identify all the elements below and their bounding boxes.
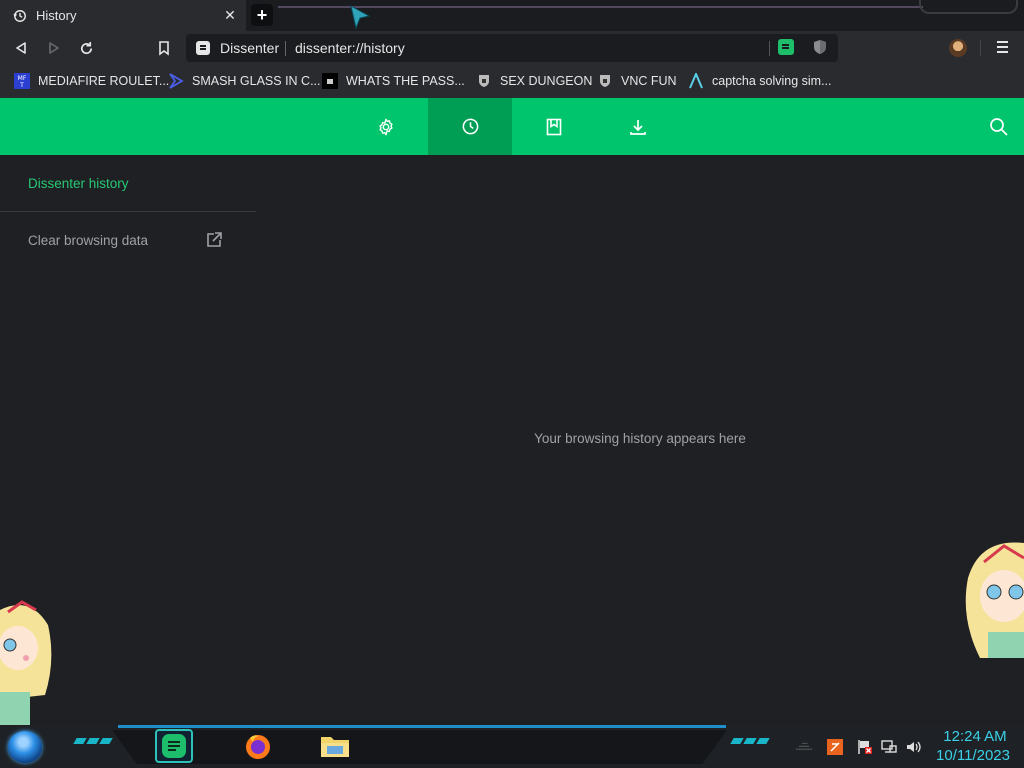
reload-icon bbox=[80, 41, 92, 54]
bookmark-item[interactable]: SMASH GLASS IN C... bbox=[168, 71, 321, 91]
smash-glass-icon bbox=[168, 73, 184, 89]
close-tab-icon[interactable]: ✕ bbox=[222, 7, 238, 24]
bookmark-item[interactable]: SEX DUNGEON bbox=[476, 71, 592, 91]
taskbar-app-dissenter[interactable] bbox=[155, 729, 193, 763]
forward-icon bbox=[49, 42, 59, 54]
cartoon-character-sticker bbox=[965, 542, 1024, 658]
clear-browsing-data-link[interactable]: Clear browsing data bbox=[28, 233, 148, 248]
external-link-icon[interactable] bbox=[205, 231, 223, 249]
tab-downloads[interactable] bbox=[596, 98, 680, 155]
url-separator bbox=[285, 41, 286, 56]
bookmark-item[interactable]: MF T MEDIAFIRE ROULET... bbox=[14, 71, 169, 91]
reload-button[interactable] bbox=[75, 37, 97, 59]
site-name: Dissenter bbox=[220, 40, 280, 56]
app-header bbox=[0, 98, 1024, 155]
bookmark-label: VNC FUN bbox=[621, 74, 677, 88]
bookmarks-bar: MF T MEDIAFIRE ROULET... SMASH GLASS IN C… bbox=[0, 65, 1024, 98]
action-center-icon[interactable] bbox=[857, 739, 873, 755]
bookmark-item[interactable]: VNC FUN bbox=[597, 71, 677, 91]
search-icon[interactable] bbox=[988, 116, 1010, 138]
menu-button[interactable] bbox=[993, 38, 1011, 56]
window-ornament bbox=[919, 0, 1018, 14]
svg-text:MF: MF bbox=[18, 75, 27, 82]
captcha-icon bbox=[688, 73, 704, 89]
download-icon bbox=[630, 119, 646, 135]
taskbar-decoration bbox=[730, 738, 770, 746]
settings-icon bbox=[379, 118, 393, 135]
toolbar-separator bbox=[980, 40, 981, 56]
bookmark-label: WHATS THE PASS... bbox=[346, 74, 465, 88]
clock-date[interactable]: 10/11/2023 bbox=[928, 747, 1018, 764]
dissenter-app-icon bbox=[162, 734, 186, 758]
show-hidden-icons[interactable] bbox=[796, 739, 812, 755]
sidebar-divider bbox=[0, 211, 256, 212]
network-icon[interactable] bbox=[881, 739, 897, 755]
address-bar[interactable]: Dissenter dissenter://history bbox=[186, 34, 838, 62]
bookmark-item[interactable]: captcha solving sim... bbox=[688, 71, 832, 91]
vnc-icon bbox=[597, 73, 613, 89]
history-icon bbox=[462, 118, 478, 135]
taskbar-app-firefox[interactable] bbox=[239, 729, 277, 763]
sidebar-item-dissenter-history[interactable]: Dissenter history bbox=[28, 176, 129, 191]
forward-button[interactable] bbox=[43, 37, 65, 59]
whats-the-pass-icon bbox=[322, 73, 338, 89]
tab-history[interactable]: History ✕ bbox=[0, 0, 246, 31]
svg-text:T: T bbox=[19, 82, 24, 89]
cursor-logo-icon bbox=[350, 5, 371, 30]
firefox-icon bbox=[246, 735, 270, 759]
new-tab-button[interactable]: + bbox=[251, 4, 273, 26]
profile-avatar[interactable] bbox=[949, 39, 967, 57]
taskbar-frame bbox=[112, 730, 727, 764]
bookmarks-icon bbox=[546, 118, 562, 135]
tab-bookmarks[interactable] bbox=[512, 98, 596, 155]
dissenter-extension-icon[interactable] bbox=[778, 39, 794, 55]
bookmark-icon bbox=[159, 40, 169, 56]
dungeon-icon bbox=[476, 73, 492, 89]
shield-icon[interactable] bbox=[813, 39, 827, 55]
tray-app-icon[interactable] bbox=[827, 739, 843, 755]
tab-history[interactable] bbox=[428, 98, 512, 155]
clock-time[interactable]: 12:24 AM bbox=[932, 728, 1018, 745]
taskbar-app-file-explorer[interactable] bbox=[316, 729, 354, 763]
bookmark-button[interactable] bbox=[153, 37, 175, 59]
folder-icon bbox=[321, 737, 349, 757]
cartoon-character-sticker bbox=[0, 600, 52, 725]
taskbar-decoration bbox=[73, 738, 113, 746]
back-icon bbox=[16, 42, 26, 54]
bookmark-label: MEDIAFIRE ROULET... bbox=[38, 74, 170, 88]
back-button[interactable] bbox=[10, 37, 32, 59]
tab-strip: History ✕ + bbox=[0, 0, 1024, 31]
volume-icon[interactable] bbox=[905, 739, 921, 755]
url-divider bbox=[769, 41, 770, 56]
history-icon bbox=[12, 8, 28, 24]
bookmark-label: SEX DUNGEON bbox=[500, 74, 593, 88]
url-text[interactable]: dissenter://history bbox=[295, 40, 405, 56]
empty-history-message: Your browsing history appears here bbox=[534, 431, 746, 446]
tab-settings[interactable] bbox=[344, 98, 428, 155]
toolbar: Dissenter dissenter://history bbox=[0, 31, 1024, 65]
tab-title: History bbox=[36, 8, 77, 23]
site-info-icon[interactable] bbox=[196, 41, 210, 55]
history-page: Dissenter history Clear browsing data Yo… bbox=[0, 155, 1024, 725]
bookmark-label: captcha solving sim... bbox=[712, 74, 832, 88]
start-button[interactable] bbox=[8, 731, 42, 763]
bookmark-label: SMASH GLASS IN C... bbox=[192, 74, 321, 88]
bookmark-item[interactable]: WHATS THE PASS... bbox=[322, 71, 465, 91]
taskbar: 12:24 AM 10/11/2023 bbox=[0, 725, 1024, 768]
mediafire-icon: MF T bbox=[14, 73, 30, 89]
taskbar-glow bbox=[118, 725, 726, 728]
decorative-line bbox=[278, 6, 923, 8]
